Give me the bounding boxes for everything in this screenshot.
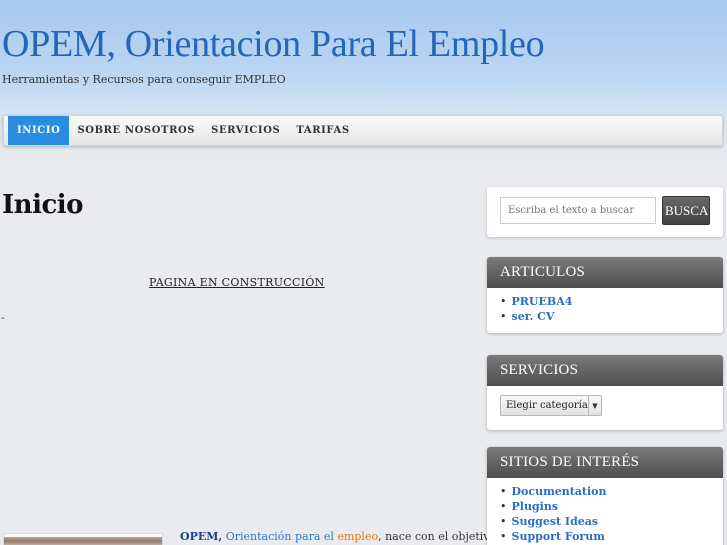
sitio-item[interactable]: Plugins xyxy=(500,499,723,514)
articulos-widget: ARTICULOS PRUEBA4 ser. CV xyxy=(487,257,723,333)
main-nav: INICIO SOBRE NOSOTROS SERVICIOS TARIFAS xyxy=(3,115,723,146)
category-select[interactable]: Elegir categoría ▼ xyxy=(500,395,602,416)
search-button[interactable]: BUSCAR xyxy=(662,196,710,225)
intro-text: , nace con el objetivo xyxy=(378,530,497,543)
search-input[interactable] xyxy=(500,197,656,224)
site-header: OPEM, Orientacion Para El Empleo Herrami… xyxy=(0,0,727,170)
sitio-item[interactable]: Support Forum xyxy=(500,529,723,544)
sitios-widget: SITIOS DE INTERÉS Documentation Plugins … xyxy=(487,447,723,545)
sitios-title: SITIOS DE INTERÉS xyxy=(487,447,723,478)
nav-item-sobre-nosotros[interactable]: SOBRE NOSOTROS xyxy=(69,116,203,145)
sitio-item[interactable]: Suggest Ideas xyxy=(500,514,723,529)
sitios-list: Documentation Plugins Suggest Ideas Supp… xyxy=(487,478,723,545)
servicios-widget: SERVICIOS Elegir categoría ▼ xyxy=(487,355,723,430)
articulos-title: ARTICULOS xyxy=(487,257,723,288)
category-select-value: Elegir categoría xyxy=(506,400,588,411)
intro-link-orientacion[interactable]: Orientación para el xyxy=(226,530,334,543)
separator-dash: - xyxy=(1,311,5,324)
page-title: Inicio xyxy=(2,190,84,220)
articulo-item[interactable]: ser. CV xyxy=(500,309,723,324)
servicios-title: SERVICIOS xyxy=(487,355,723,386)
articulos-list: PRUEBA4 ser. CV xyxy=(487,288,723,330)
site-title[interactable]: OPEM, Orientacion Para El Empleo xyxy=(2,22,545,66)
articulo-item[interactable]: PRUEBA4 xyxy=(500,294,723,309)
site-tagline: Herramientas y Recursos para conseguir E… xyxy=(2,73,286,86)
intro-brand: OPEM, xyxy=(180,530,223,543)
chevron-down-icon[interactable]: ▼ xyxy=(588,396,601,415)
sitio-item[interactable]: Documentation xyxy=(500,484,723,499)
nav-item-inicio[interactable]: INICIO xyxy=(8,116,70,145)
construction-notice: PAGINA EN CONSTRUCCIÓN xyxy=(149,276,325,289)
nav-item-servicios[interactable]: SERVICIOS xyxy=(203,116,288,145)
intro-paragraph: OPEM, Orientación para el empleo, nace c… xyxy=(180,530,496,543)
nav-item-tarifas[interactable]: TARIFAS xyxy=(288,116,357,145)
search-widget: BUSCAR xyxy=(487,187,723,237)
intro-image xyxy=(3,533,163,545)
intro-link-empleo[interactable]: empleo xyxy=(337,530,378,543)
